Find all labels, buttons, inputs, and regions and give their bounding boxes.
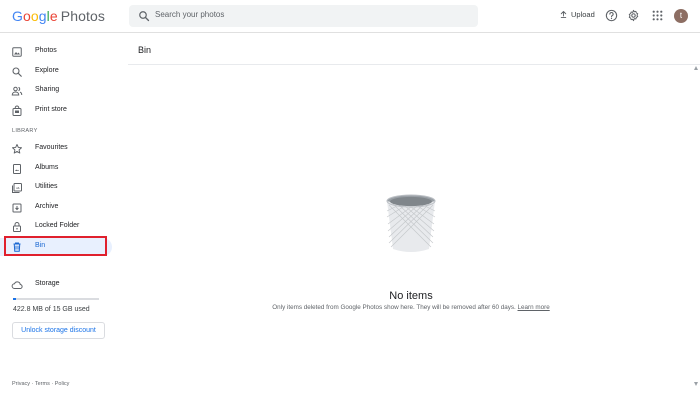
selection-highlight-box: [4, 236, 107, 256]
cloud-icon: [11, 281, 23, 289]
avatar[interactable]: t: [674, 9, 688, 23]
terms-link[interactable]: Terms: [35, 381, 50, 387]
people-icon: [11, 86, 23, 96]
sidebar-item-print-store[interactable]: Print store: [0, 102, 112, 120]
sidebar-item-label: Albums: [35, 164, 59, 171]
library-section-label: LIBRARY: [12, 128, 38, 134]
footer-separator: ·: [31, 381, 34, 387]
album-icon: [13, 164, 21, 174]
sidebar-item-archive[interactable]: Archive: [0, 199, 112, 217]
apps-grid-icon[interactable]: [651, 9, 664, 22]
gear-icon[interactable]: [627, 9, 640, 22]
bag-icon: [12, 105, 22, 116]
sidebar: Photos Explore Sharing Print store LIBRA…: [0, 33, 120, 401]
star-icon: [12, 144, 22, 154]
sidebar-item-label: Locked Folder: [35, 222, 80, 229]
storage-progress-bar: [13, 298, 99, 300]
google-photos-logo[interactable]: Google Photos: [12, 8, 105, 24]
storage-label: Storage: [35, 280, 60, 287]
upload-label: Upload: [571, 10, 595, 19]
empty-state-title: No items: [389, 290, 433, 302]
empty-state-text: Only items deleted from Google Photos sh…: [272, 304, 516, 311]
footer-separator: ·: [51, 381, 54, 387]
search-input[interactable]: Search your photos: [155, 10, 224, 19]
sidebar-item-albums[interactable]: Albums: [0, 160, 112, 178]
sidebar-item-storage[interactable]: Storage: [0, 276, 112, 294]
sidebar-item-favourites[interactable]: Favourites: [0, 140, 112, 158]
sidebar-item-label: Sharing: [35, 86, 60, 93]
lock-icon: [13, 222, 21, 232]
scrollbar[interactable]: [694, 66, 698, 386]
footer-links: Privacy · Terms · Policy: [12, 381, 69, 387]
sidebar-item-photos[interactable]: Photos: [0, 43, 112, 61]
sidebar-item-utilities[interactable]: Utilities: [0, 179, 112, 197]
storage-progress-fill: [13, 298, 16, 300]
page-title: Bin: [138, 45, 152, 55]
help-icon[interactable]: [605, 9, 618, 22]
policy-link[interactable]: Policy: [55, 381, 70, 387]
sidebar-item-label: Print store: [35, 106, 67, 113]
storage-used-text: 422.8 MB of 15 GB used: [13, 306, 90, 313]
logo-product-name: Photos: [60, 8, 105, 24]
sidebar-item-explore[interactable]: Explore: [0, 63, 112, 81]
privacy-link[interactable]: Privacy: [12, 381, 30, 387]
sidebar-item-label: Favourites: [35, 144, 68, 151]
empty-bin-illustration: [386, 194, 436, 252]
sidebar-item-label: Photos: [35, 47, 57, 54]
top-bar: Google Photos Search your photos Upload t: [0, 0, 700, 33]
empty-state-description: Only items deleted from Google Photos sh…: [128, 304, 694, 311]
unlock-storage-discount-button[interactable]: Unlock storage discount: [12, 322, 105, 339]
search-bar[interactable]: Search your photos: [129, 5, 478, 27]
sidebar-item-label: Archive: [35, 203, 59, 210]
sidebar-item-sharing[interactable]: Sharing: [0, 82, 112, 100]
learn-more-link[interactable]: Learn more: [518, 304, 550, 311]
sidebar-item-label: Utilities: [35, 183, 58, 190]
search-icon[interactable]: [138, 10, 150, 22]
sidebar-item-label: Explore: [35, 67, 59, 74]
upload-button[interactable]: Upload: [559, 10, 595, 19]
search-icon: [12, 67, 22, 77]
photo-icon: [12, 47, 22, 57]
sidebar-item-locked-folder[interactable]: Locked Folder: [0, 218, 112, 236]
upload-icon: [560, 11, 567, 18]
archive-icon: [12, 203, 22, 213]
header-divider: [128, 64, 700, 65]
utilities-icon: [12, 183, 22, 193]
main-content: Bin No items Only items deleted from Goo…: [128, 33, 700, 401]
